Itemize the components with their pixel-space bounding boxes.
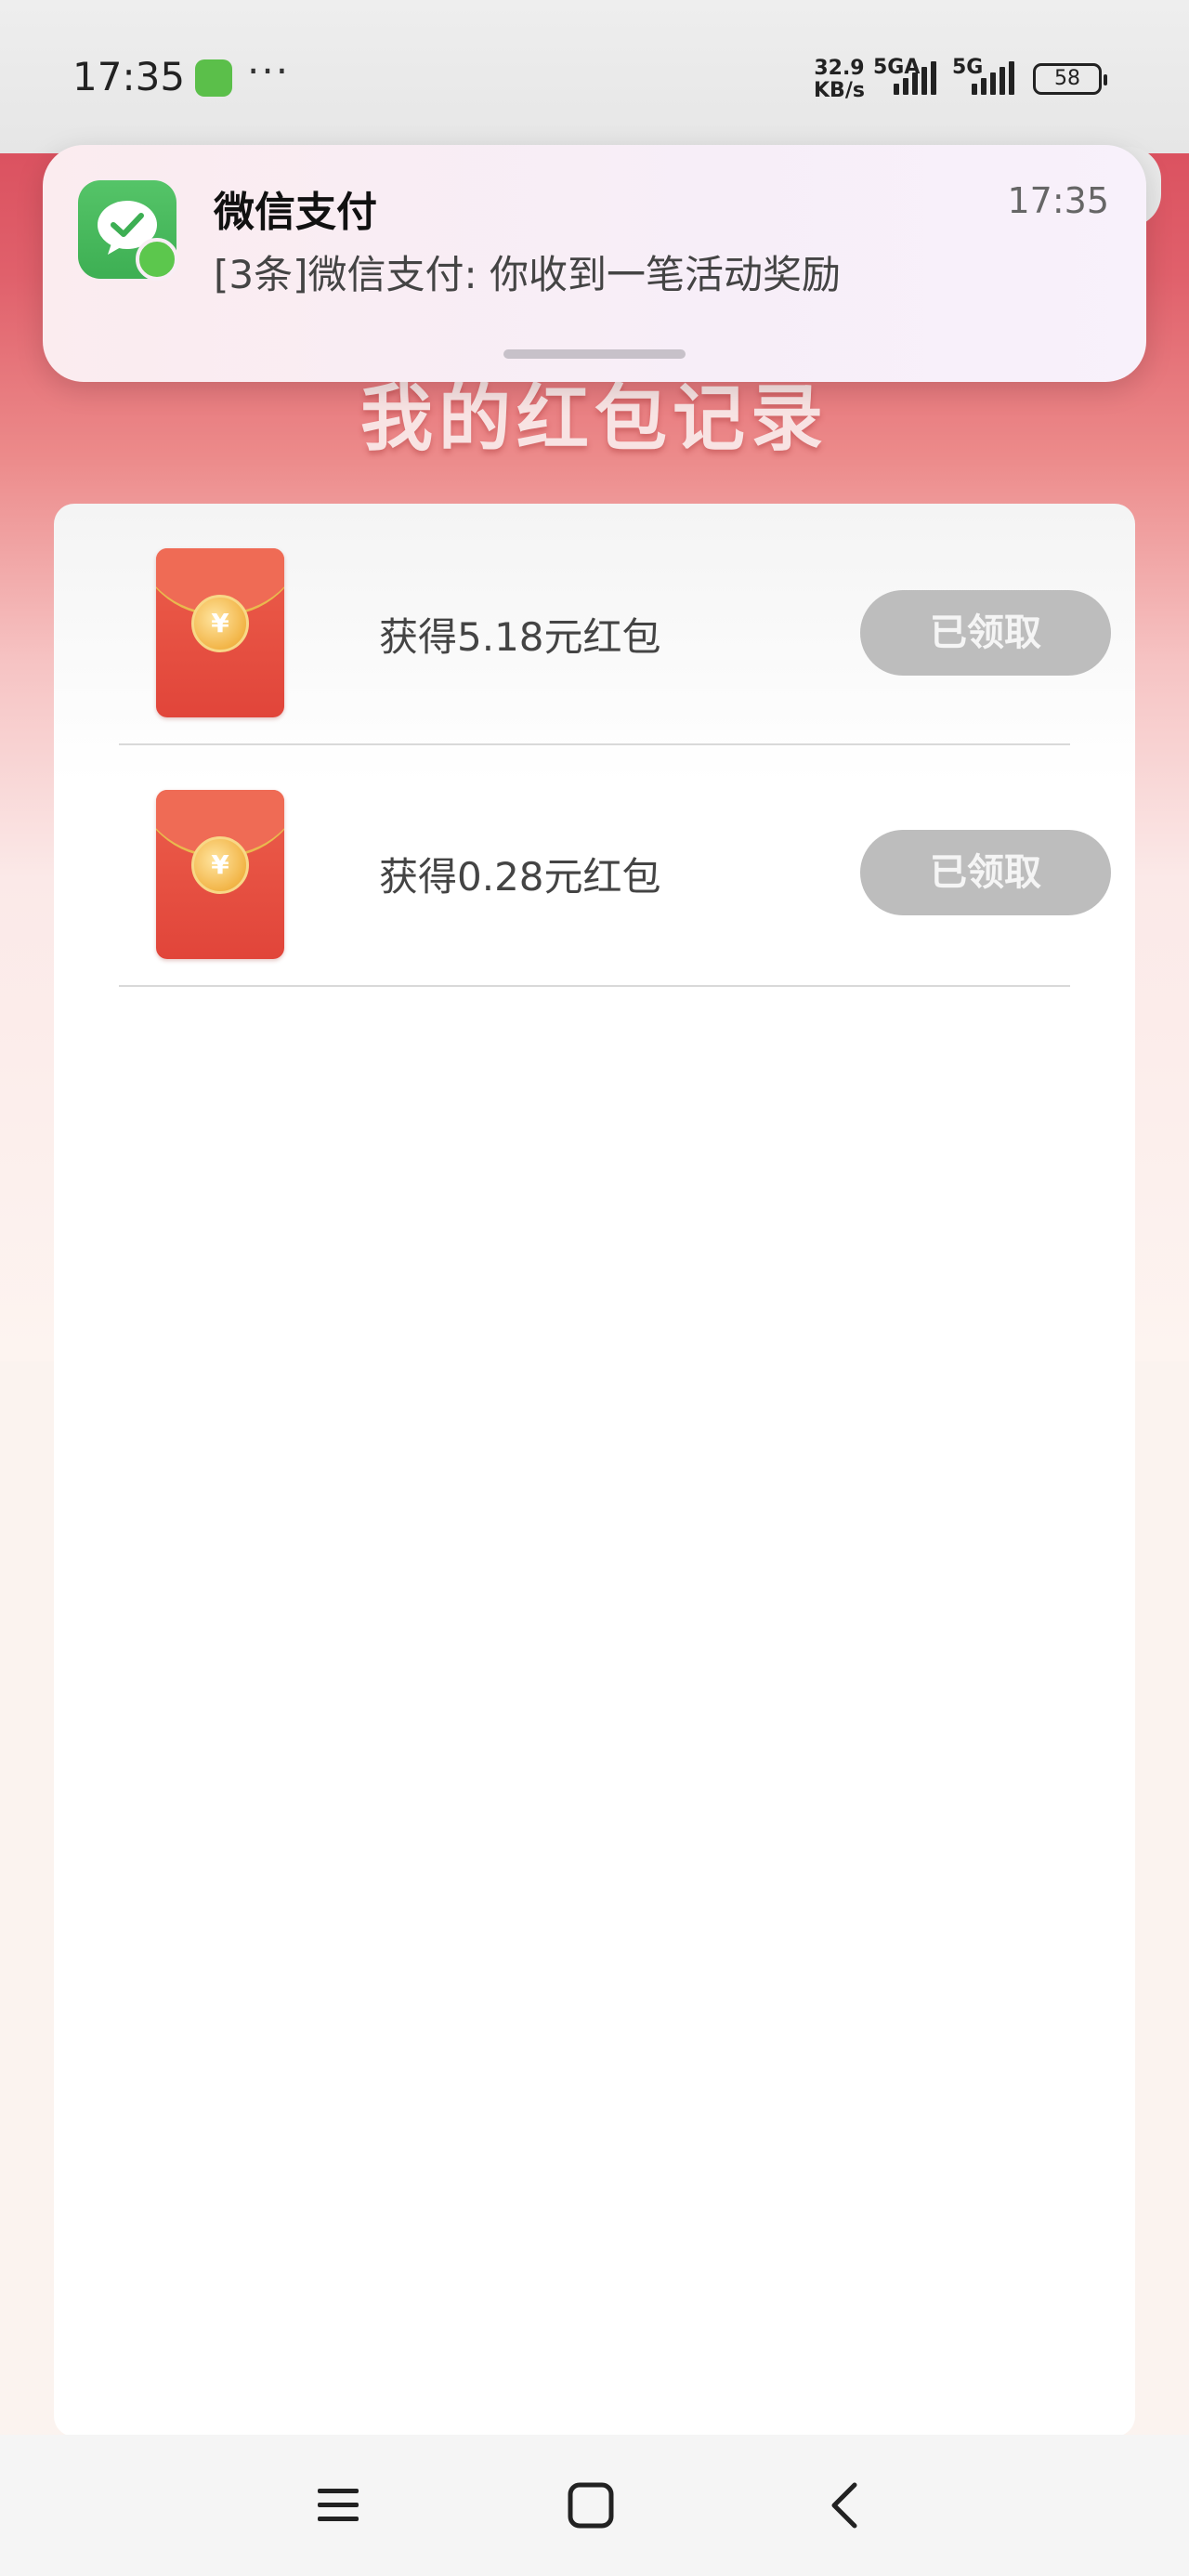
battery-icon: 58 [1033,63,1107,95]
notification-banner[interactable]: 微信支付 17:35 [3条]微信支付: 你收到一笔活动奖励 [43,145,1146,382]
record-label: 获得5.18元红包 [379,614,661,660]
record-card: ¥ 获得5.18元红包 已领取 ¥ 获得0.28元红包 已领取 [54,504,1135,2437]
record-label: 获得0.28元红包 [379,854,661,900]
menu-icon[interactable] [310,2479,366,2531]
signal-bars-2-icon [972,58,1014,95]
notification-drag-handle[interactable] [503,349,686,359]
record-row[interactable]: ¥ 获得0.28元红包 已领取 [119,745,1111,987]
home-icon[interactable] [563,2479,619,2531]
coin-icon: ¥ [191,836,249,894]
wechat-badge-icon [136,238,178,281]
red-envelope-icon: ¥ [156,790,284,959]
notification-body: [3条]微信支付: 你收到一笔活动奖励 [214,252,841,297]
network-speed: 32.9 KB/s [814,58,865,102]
notification-time: 17:35 [1007,180,1109,221]
more-notifications-icon: ··· [247,48,291,94]
record-row[interactable]: ¥ 获得5.18元红包 已领取 [119,504,1111,745]
coin-icon: ¥ [191,595,249,652]
claimed-button[interactable]: 已领取 [860,590,1111,676]
wechat-notification-icon [195,59,232,97]
red-envelope-icon: ¥ [156,548,284,717]
notification-title: 微信支付 [214,189,377,236]
network-speed-value: 32.9 [814,57,865,80]
back-icon[interactable] [817,2479,873,2531]
status-time: 17:35 [72,54,186,99]
status-bar: 17:35 ··· 32.9 KB/s 5GA 5G 58 [0,0,1189,153]
network-speed-unit: KB/s [814,79,865,102]
claimed-button[interactable]: 已领取 [860,830,1111,915]
navigation-bar [0,2435,1189,2576]
signal-bars-1-icon [894,58,936,95]
